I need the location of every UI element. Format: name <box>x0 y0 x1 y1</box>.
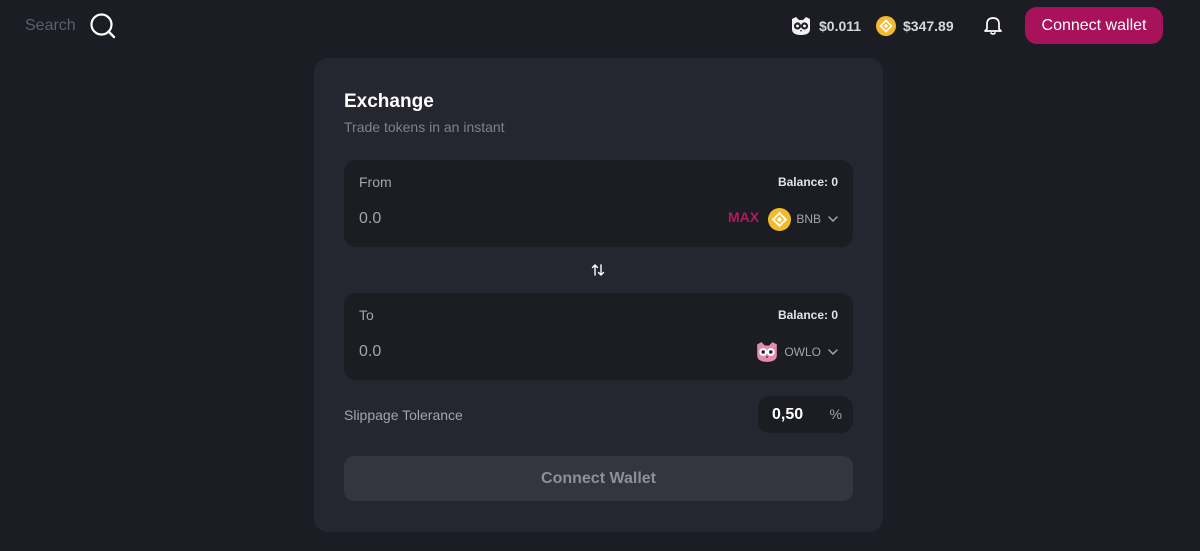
max-button[interactable]: MAX <box>728 209 759 225</box>
chevron-down-icon <box>828 349 838 356</box>
chevron-down-icon <box>828 216 838 223</box>
from-amount-input[interactable] <box>359 208 559 230</box>
search-bar <box>25 10 116 42</box>
owl-logo-icon <box>757 342 778 362</box>
connect-wallet-button[interactable]: Connect wallet <box>1025 7 1163 44</box>
search-input[interactable] <box>25 17 85 35</box>
swap-arrows-icon[interactable] <box>590 262 606 278</box>
search-icon[interactable] <box>89 12 117 40</box>
exchange-title: Exchange <box>344 91 434 112</box>
to-panel: To Balance: 0 OWLO <box>344 293 853 380</box>
slippage-field: % <box>758 396 853 433</box>
to-label: To <box>359 307 374 323</box>
to-amount-input[interactable] <box>359 341 559 363</box>
owl-price-value: $0.011 <box>819 18 862 34</box>
from-panel: From Balance: 0 MAX BNB <box>344 160 853 247</box>
from-token-select[interactable]: BNB <box>768 206 840 232</box>
bnb-price-value: $347.89 <box>903 18 954 34</box>
bell-icon[interactable] <box>982 14 1004 36</box>
bnb-logo-icon <box>768 207 792 231</box>
card-connect-wallet-button[interactable]: Connect Wallet <box>344 456 853 501</box>
owl-logo-icon <box>792 17 810 35</box>
slippage-unit: % <box>829 406 842 422</box>
to-token-select[interactable]: OWLO <box>755 339 840 365</box>
to-token-symbol: OWLO <box>784 345 821 359</box>
top-bar: $0.011 $347.89 Connect wallet <box>0 0 1200 52</box>
slippage-label: Slippage Tolerance <box>344 407 463 423</box>
to-balance: Balance: 0 <box>777 308 838 322</box>
owl-price: $0.011 <box>790 14 861 38</box>
exchange-subtitle: Trade tokens in an instant <box>344 119 505 135</box>
slippage-input[interactable] <box>772 405 812 425</box>
from-token-symbol: BNB <box>796 212 821 226</box>
bnb-price: $347.89 <box>876 14 954 38</box>
bnb-logo-icon <box>876 16 896 36</box>
from-balance: Balance: 0 <box>777 175 838 189</box>
exchange-card: Exchange Trade tokens in an instant From… <box>314 58 883 532</box>
from-label: From <box>359 174 392 190</box>
